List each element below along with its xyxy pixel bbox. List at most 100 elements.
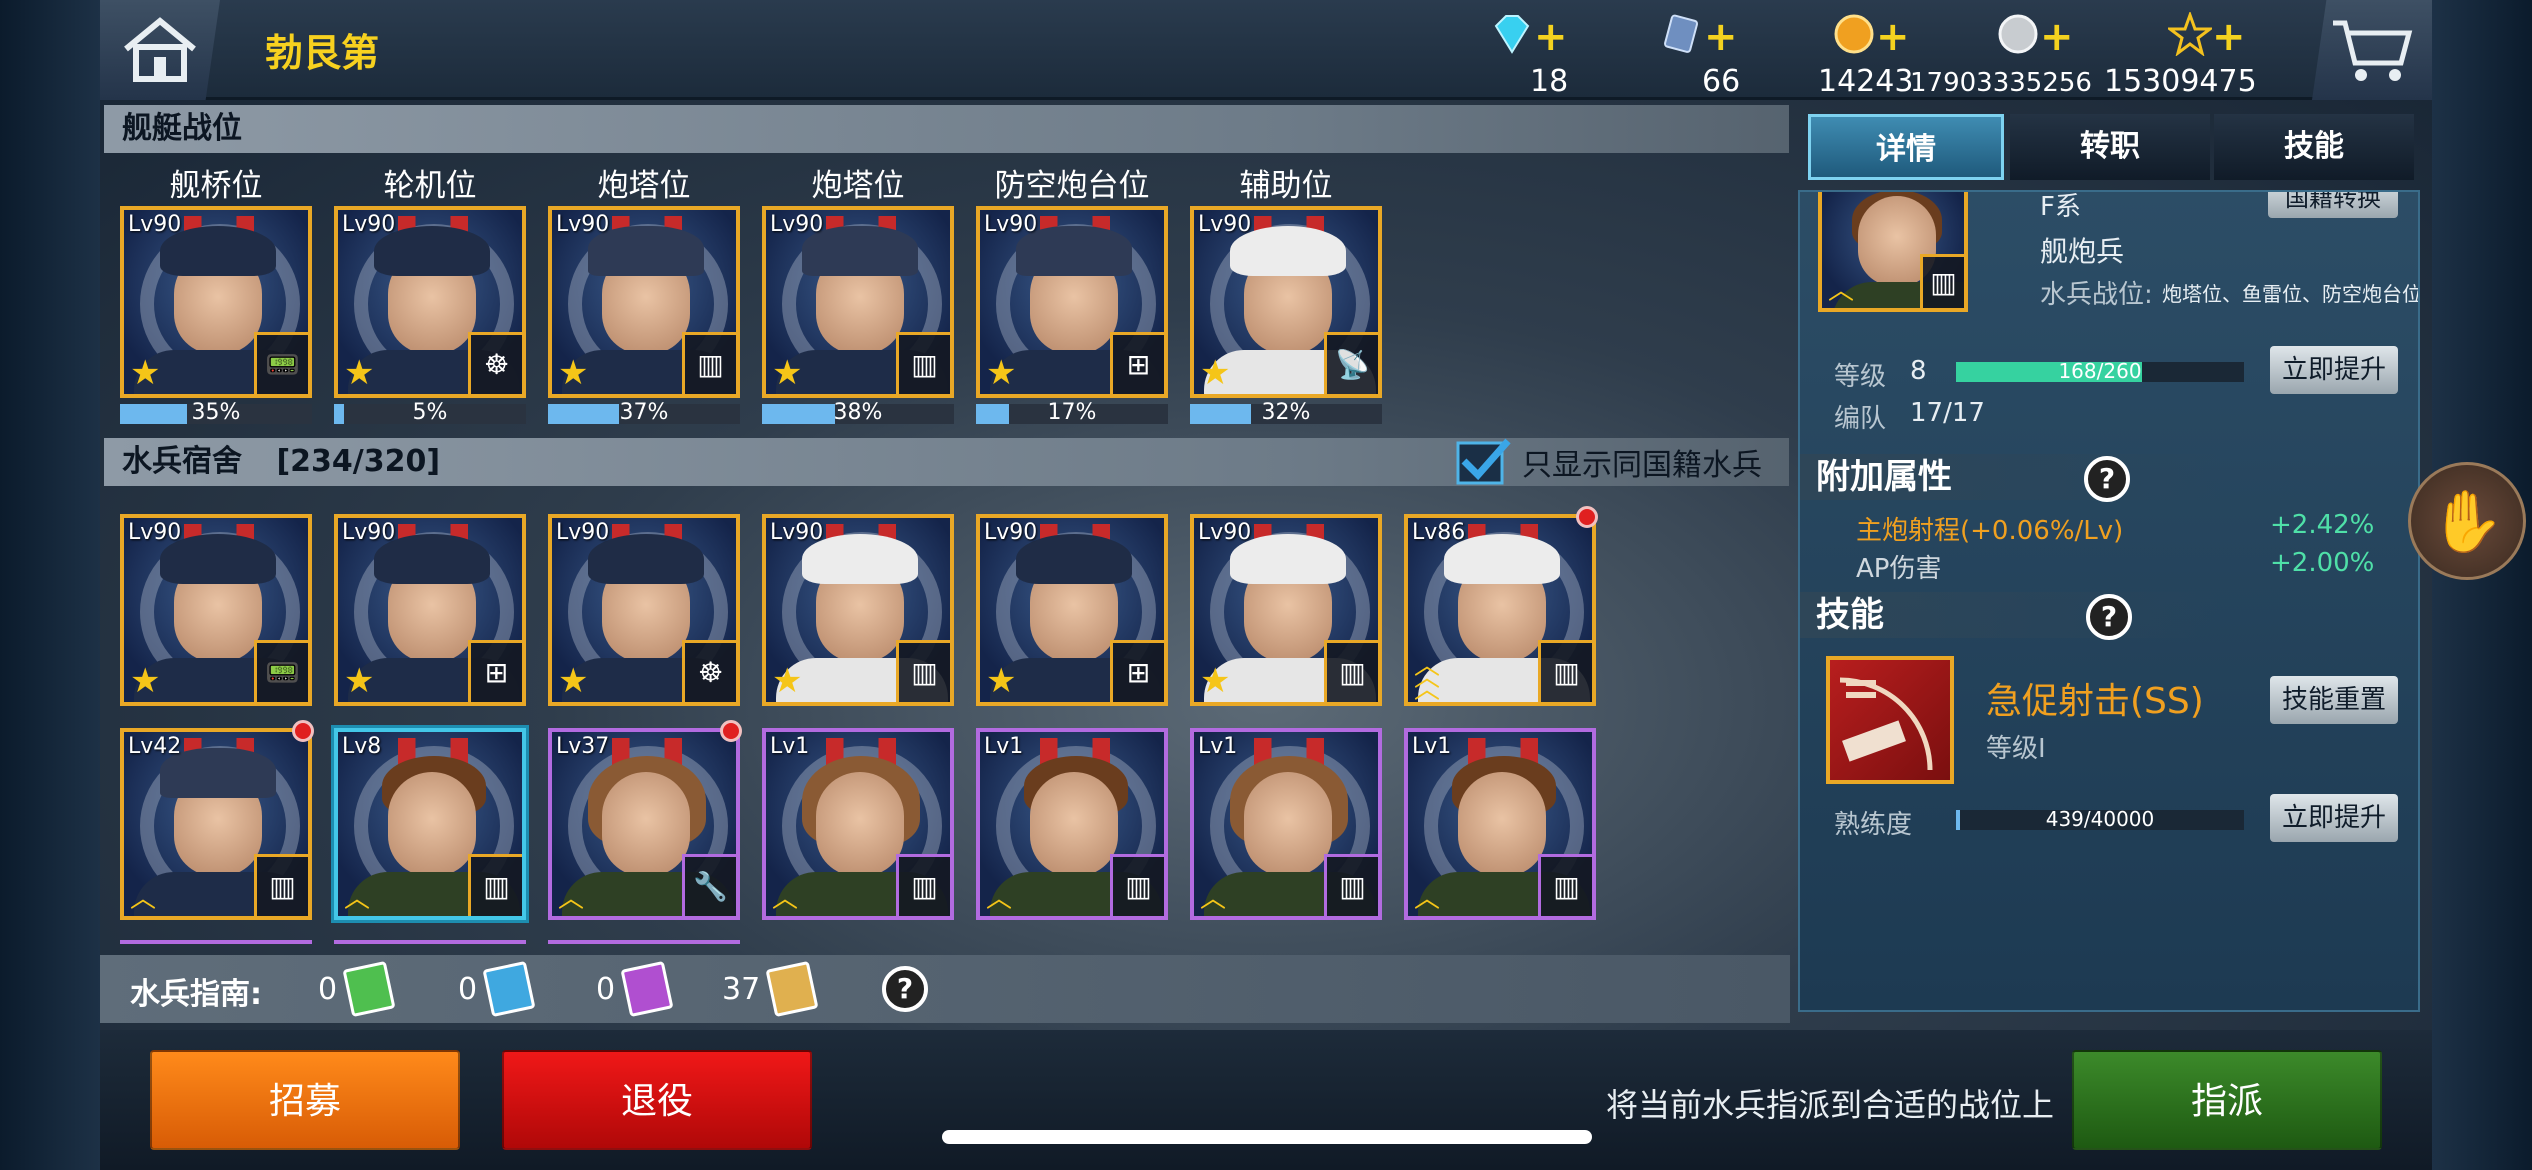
home-button[interactable] bbox=[100, 0, 220, 100]
sailor-card[interactable]: Lv1 ︿ ▥ bbox=[1190, 728, 1382, 920]
nation-change-button[interactable]: 国籍转换 bbox=[2268, 192, 2398, 218]
sailor-card-partial[interactable] bbox=[548, 940, 740, 950]
alert-dot bbox=[1576, 506, 1598, 528]
turret-icon: ▥ bbox=[1110, 854, 1164, 916]
details-panel: ︿ ▥ F系 国籍转换 舰炮兵 水兵战位: 炮塔位、鱼雷位、防空炮台位 等级 8… bbox=[1798, 190, 2420, 1012]
sailor-card[interactable]: Lv90 ★ ▥ bbox=[1190, 514, 1382, 706]
silver-resource[interactable]: + 17903335256 bbox=[1910, 8, 2110, 98]
rank-star-icon: ★ bbox=[130, 353, 161, 393]
battle-slot-card[interactable]: Lv90 ★ ⊞ bbox=[976, 206, 1168, 398]
level-label: Lv90 bbox=[556, 520, 610, 545]
ticket-icon bbox=[1664, 14, 1699, 53]
battle-slot-card[interactable]: Lv90 ★ ☸ bbox=[334, 206, 526, 398]
rank-star-icon: ★ bbox=[344, 353, 375, 393]
skill-reset-button[interactable]: 技能重置 bbox=[2270, 676, 2398, 724]
hand-icon: ✋ bbox=[2429, 486, 2505, 557]
rank-star-icon: ★ bbox=[772, 661, 803, 701]
diamond-icon bbox=[1494, 15, 1530, 54]
recruit-button[interactable]: 招募 bbox=[150, 1050, 460, 1150]
sailor-card[interactable]: Lv8 ︿ ▥ bbox=[334, 728, 526, 920]
guide-book[interactable]: 0 bbox=[458, 960, 536, 1018]
sailor-card[interactable]: Lv42 ︿ ▥ bbox=[120, 728, 312, 920]
diamond-plus-icon[interactable]: + bbox=[1534, 14, 1568, 60]
sailor-card[interactable]: Lv86 ︿ ︿ ︿ ▥ bbox=[1404, 514, 1596, 706]
battle-slot-card[interactable]: Lv90 ★ 📡 bbox=[1190, 206, 1382, 398]
guide-help-icon[interactable]: ? bbox=[882, 966, 928, 1012]
attributes-help-icon[interactable]: ? bbox=[2084, 456, 2130, 502]
gold-plus-icon[interactable]: + bbox=[1876, 14, 1910, 60]
ticket-value: 66 bbox=[1702, 64, 1741, 99]
tab-transfer[interactable]: 转职 bbox=[2010, 114, 2210, 180]
silver-plus-icon[interactable]: + bbox=[2040, 14, 2074, 60]
tab-skills[interactable]: 技能 bbox=[2214, 114, 2414, 180]
floating-hand-button[interactable]: ✋ bbox=[2408, 462, 2526, 580]
battle-slot-card[interactable]: Lv90 ★ 📟 bbox=[120, 206, 312, 398]
skill-help-icon[interactable]: ? bbox=[2086, 594, 2132, 640]
radio-icon: 📟 bbox=[254, 640, 308, 702]
diamond-value: 18 bbox=[1530, 64, 1569, 99]
sailor-card[interactable]: Lv37 ︿ 🔧 bbox=[548, 728, 740, 920]
level-label: Lv90 bbox=[770, 212, 824, 237]
wrench-icon: 🔧 bbox=[682, 854, 736, 916]
diamond-resource[interactable]: + 18 bbox=[1490, 8, 1580, 99]
guide-book-count: 37 bbox=[722, 971, 761, 1007]
rank-chevron-icon: ︿ bbox=[986, 884, 1013, 914]
extra-attributes-header: 附加属性 bbox=[1800, 454, 2220, 500]
attr-main-gun-range-value: +2.42% bbox=[2270, 510, 2375, 540]
slot-progress-bar: 38% bbox=[762, 400, 954, 425]
skill-icon[interactable] bbox=[1826, 656, 1954, 784]
level-label: Lv90 bbox=[128, 212, 182, 237]
sailor-card[interactable]: Lv1 ︿ ▥ bbox=[976, 728, 1168, 920]
level-label: Lv1 bbox=[770, 734, 810, 759]
retire-button[interactable]: 退役 bbox=[502, 1050, 812, 1150]
assign-hint: 将当前水兵指派到合适的战位上 bbox=[1606, 1086, 2055, 1124]
guide-book[interactable]: 37 bbox=[722, 960, 819, 1018]
home-indicator[interactable] bbox=[942, 1130, 1592, 1144]
ticket-resource[interactable]: + 66 bbox=[1660, 8, 1760, 99]
sailor-card-partial[interactable] bbox=[334, 940, 526, 950]
station-value: 炮塔位、鱼雷位、防空炮台位 bbox=[2162, 282, 2420, 306]
checkbox-icon[interactable] bbox=[1456, 437, 1512, 487]
cart-icon bbox=[2333, 20, 2413, 81]
turret-icon: ▥ bbox=[682, 332, 736, 394]
proficiency-upgrade-button[interactable]: 立即提升 bbox=[2270, 794, 2398, 842]
battle-slot-card[interactable]: Lv90 ★ ▥ bbox=[548, 206, 740, 398]
assign-button[interactable]: 指派 bbox=[2072, 1050, 2382, 1150]
slot-label: 防空炮台位 bbox=[994, 168, 1150, 204]
guide-book[interactable]: 0 bbox=[318, 960, 396, 1018]
attr-ap-damage: AP伤害 bbox=[1856, 554, 1942, 584]
slot-label: 舰桥位 bbox=[169, 168, 263, 204]
gold-coin-icon bbox=[1834, 14, 1874, 54]
rapid-fire-skill-icon bbox=[1839, 677, 1933, 771]
sailor-card[interactable]: Lv90 ★ ⊞ bbox=[334, 514, 526, 706]
tab-details[interactable]: 详情 bbox=[1808, 114, 2004, 180]
sailor-card[interactable]: Lv90 ★ ⊞ bbox=[976, 514, 1168, 706]
slot-progress-text: 37% bbox=[619, 400, 669, 425]
star-resource[interactable]: + 15309475 bbox=[2104, 8, 2257, 99]
exp-text: 168/260 bbox=[2058, 359, 2142, 383]
guide-book[interactable]: 0 bbox=[596, 960, 674, 1018]
book-icon bbox=[620, 960, 674, 1018]
sailor-card[interactable]: Lv1 ︿ ▥ bbox=[1404, 728, 1596, 920]
level-label: Lv90 bbox=[984, 212, 1038, 237]
slot-progress-bar: 17% bbox=[976, 400, 1168, 425]
slot-label: 辅助位 bbox=[1239, 168, 1333, 204]
sailor-card[interactable]: Lv90 ★ 📟 bbox=[120, 514, 312, 706]
battle-slot-card[interactable]: Lv90 ★ ▥ bbox=[762, 206, 954, 398]
ticket-plus-icon[interactable]: + bbox=[1704, 14, 1738, 60]
star-plus-icon[interactable]: + bbox=[2212, 14, 2246, 60]
same-nation-filter[interactable]: 只显示同国籍水兵 bbox=[1456, 438, 1762, 486]
sailor-card-partial[interactable] bbox=[120, 940, 312, 950]
shop-button[interactable] bbox=[2312, 0, 2432, 100]
level-upgrade-button[interactable]: 立即提升 bbox=[2270, 346, 2398, 394]
rank-star-icon: ★ bbox=[344, 661, 375, 701]
attr-main-gun-range: 主炮射程(+0.06%/Lv) bbox=[1856, 516, 2124, 546]
sailor-card[interactable]: Lv90 ★ ▥ bbox=[762, 514, 954, 706]
level-label: Lv90 bbox=[1198, 520, 1252, 545]
sailor-card[interactable]: Lv90 ★ ☸ bbox=[548, 514, 740, 706]
sailor-card[interactable]: Lv1 ︿ ▥ bbox=[762, 728, 954, 920]
slot-label: 炮塔位 bbox=[811, 168, 905, 204]
level-value: 8 bbox=[1910, 356, 1927, 386]
skill-level: 等级I bbox=[1986, 734, 2046, 764]
selected-sailor-portrait: ︿ ▥ bbox=[1818, 192, 1968, 312]
